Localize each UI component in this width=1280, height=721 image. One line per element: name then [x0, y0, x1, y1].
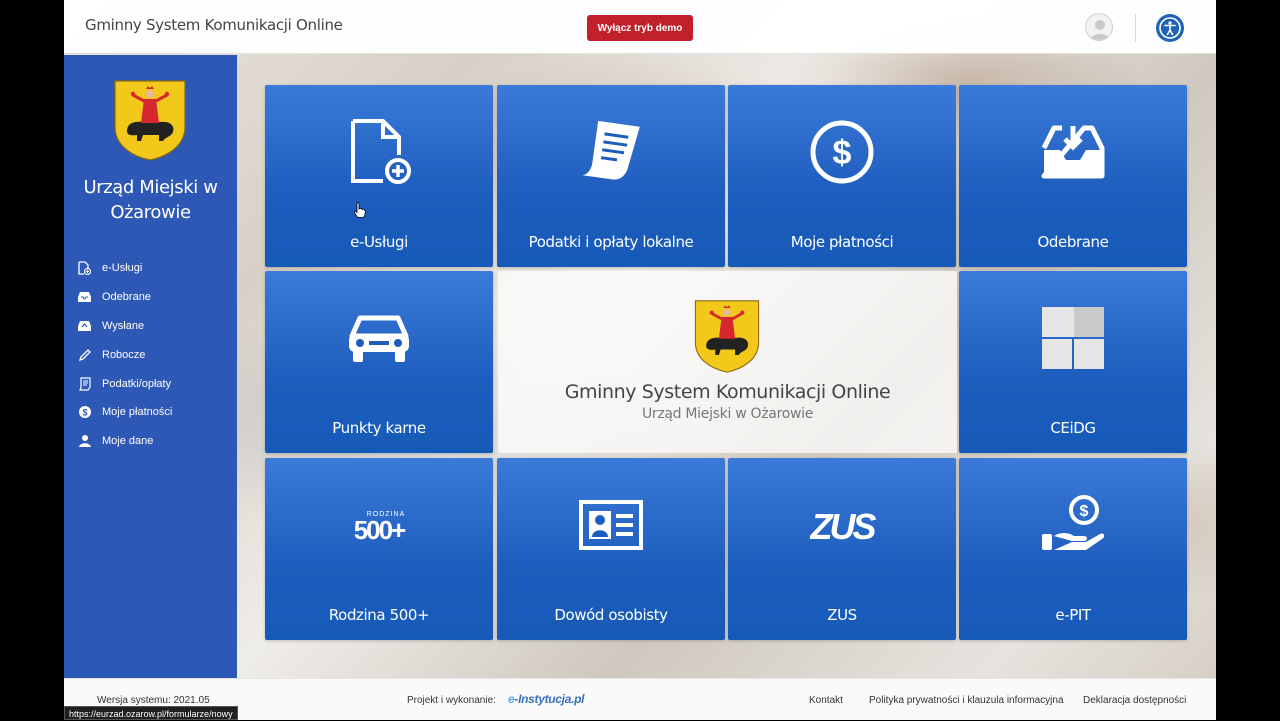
office-name: Urząd Miejski w Ożarowie [83, 177, 218, 223]
tile-label: CEiDG [1050, 419, 1096, 437]
rodzina-500-logo-icon: RODZINA 500+ [265, 480, 493, 570]
tile-label: Dowód osobisty [554, 606, 668, 624]
receipt-icon [76, 376, 93, 391]
sidebar-item-moje-platnosci[interactable]: $ Moje płatności [76, 398, 172, 427]
brand-rest: -Instytucja.pl [514, 692, 585, 706]
tile-label: ZUS [827, 606, 857, 624]
inbox-download-icon [959, 107, 1187, 197]
zus-logo-icon: ZUS [728, 480, 956, 570]
e-instytucja-logo[interactable]: e-Instytucja.pl [508, 692, 584, 706]
tile-moje-platnosci[interactable]: $ Moje płatności [728, 85, 956, 267]
receipt-icon [497, 107, 725, 197]
svg-text:$: $ [1080, 503, 1089, 520]
contact-link[interactable]: Kontakt [809, 695, 843, 706]
sidebar-item-e-uslugi[interactable]: e-Usługi [76, 254, 172, 283]
tile-e-pit[interactable]: $ e-PIT [959, 458, 1187, 640]
tile-label: Podatki i opłaty lokalne [528, 233, 694, 251]
accessibility-declaration-link[interactable]: Deklaracja dostępności [1083, 695, 1186, 706]
project-label: Projekt i wykonanie: [407, 695, 496, 706]
browser-viewport: Gminny System Komunikacji Online Wyłącz … [64, 0, 1216, 720]
tile-rodzina-500[interactable]: RODZINA 500+ Rodzina 500+ [265, 458, 493, 640]
crest-logo [113, 79, 187, 166]
crest-logo [693, 299, 761, 378]
ceidg-logo-icon [959, 293, 1187, 383]
outbox-icon [76, 319, 93, 333]
sidebar-item-robocze[interactable]: Robocze [76, 340, 172, 369]
person-icon [76, 434, 93, 448]
dollar-icon: $ [76, 405, 93, 419]
sidebar-item-label: Moje dane [102, 435, 154, 448]
status-bar-url: https://eurzad.ozarow.pl/formularze/nowy [64, 706, 238, 720]
center-title: Gminny System Komunikacji Online [564, 381, 891, 403]
privacy-policy-link[interactable]: Polityka prywatności i klauzula informac… [869, 695, 1064, 706]
dollar-circle-icon: $ [728, 107, 956, 197]
document-plus-icon [76, 261, 93, 276]
tile-label: Rodzina 500+ [328, 606, 430, 624]
sidebar: Urząd Miejski w Ożarowie e-Usługi Odebra… [64, 55, 237, 678]
tile-label: Odebrane [1037, 233, 1109, 251]
sidebar-item-label: Podatki/opłaty [102, 377, 172, 390]
center-subtitle: Urząd Miejski w Ożarowie [641, 406, 814, 422]
pencil-icon [76, 348, 93, 362]
top-bar: Gminny System Komunikacji Online Wyłącz … [64, 0, 1216, 54]
tile-dowod-osobisty[interactable]: Dowód osobisty [497, 458, 725, 640]
hand-cursor-icon [353, 202, 367, 223]
id-card-icon [497, 480, 725, 570]
sidebar-item-label: Robocze [102, 348, 146, 361]
car-icon [265, 293, 493, 383]
svg-text:$: $ [833, 134, 852, 172]
sidebar-item-wyslane[interactable]: Wysłane [76, 312, 172, 341]
tile-label: Punkty karne [332, 419, 426, 437]
divider [1135, 14, 1136, 42]
system-version: Wersja systemu: 2021.05 [97, 695, 210, 706]
sidebar-item-label: Moje płatności [102, 406, 173, 419]
zus-logo-text: ZUS [810, 506, 877, 547]
disable-demo-button[interactable]: Wyłącz tryb demo [587, 15, 693, 41]
document-plus-icon [265, 107, 493, 197]
sidebar-item-podatki[interactable]: Podatki/opłaty [76, 369, 172, 398]
sidebar-item-odebrane[interactable]: Odebrane [76, 283, 172, 312]
rodzina-big-text: 500+ [354, 515, 406, 545]
user-avatar-icon[interactable] [1085, 13, 1113, 41]
sidebar-item-label: e-Usługi [102, 262, 143, 275]
center-banner: Gminny System Komunikacji Online Urząd M… [498, 271, 957, 453]
app-title: Gminny System Komunikacji Online [85, 16, 343, 34]
tile-punkty-karne[interactable]: Punkty karne [265, 271, 493, 453]
tile-zus[interactable]: ZUS ZUS [728, 458, 956, 640]
sidebar-item-label: Wysłane [102, 319, 145, 332]
hand-dollar-icon: $ [959, 480, 1187, 570]
tile-e-uslugi[interactable]: e-Usługi [265, 85, 493, 267]
tile-label: e-PIT [1055, 606, 1091, 624]
tile-podatki[interactable]: Podatki i opłaty lokalne [497, 85, 725, 267]
tile-label: e-Usługi [350, 233, 408, 251]
sidebar-item-label: Odebrane [102, 291, 151, 304]
svg-text:$: $ [82, 408, 87, 418]
tile-ceidg[interactable]: CEiDG [959, 271, 1187, 453]
sidebar-nav: e-Usługi Odebrane Wysłane Robocze Podatk… [76, 254, 172, 456]
tile-odebrane[interactable]: Odebrane [959, 85, 1187, 267]
tile-label: Moje płatności [790, 233, 894, 251]
sidebar-item-moje-dane[interactable]: Moje dane [76, 427, 172, 456]
accessibility-icon[interactable] [1156, 14, 1184, 42]
inbox-icon [76, 290, 93, 304]
